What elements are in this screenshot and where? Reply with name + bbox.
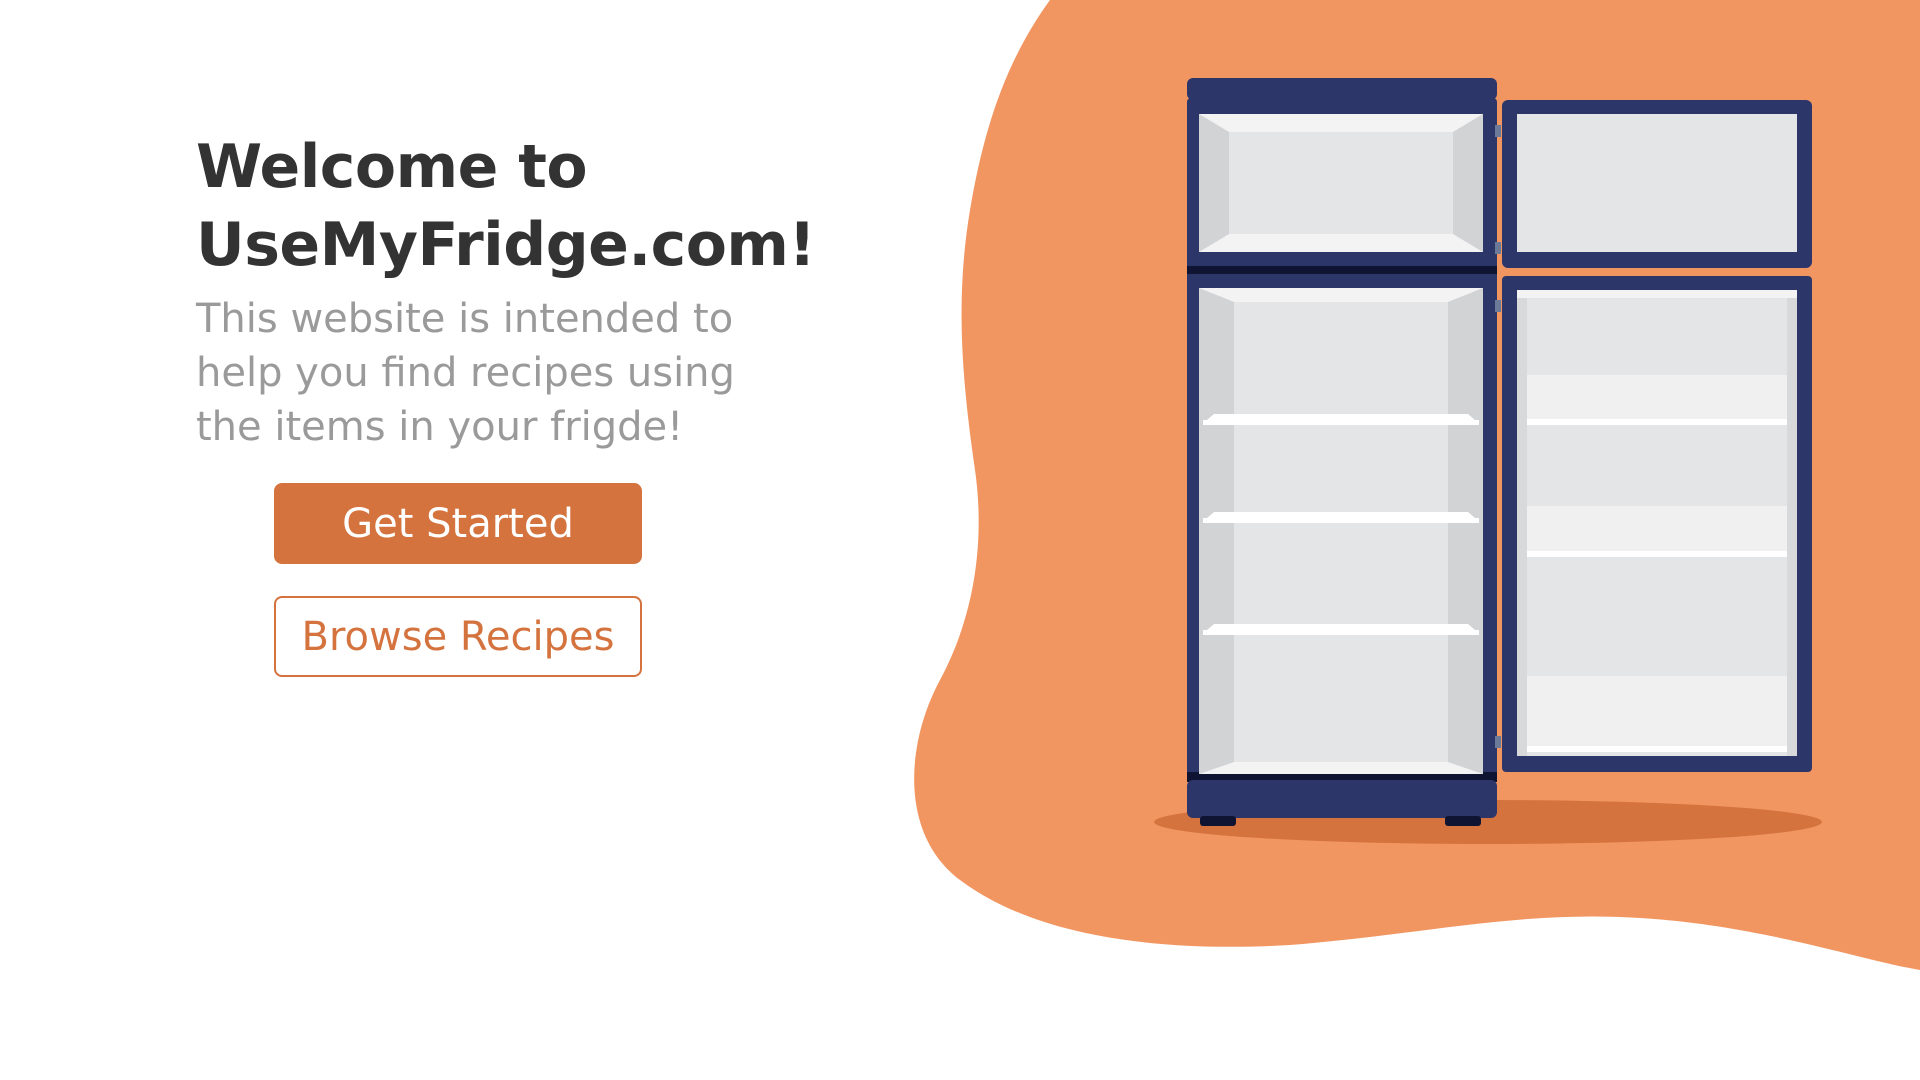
- landing-page: Welcome to UseMyFridge.com! This website…: [0, 0, 1920, 1080]
- shelf: [1207, 414, 1475, 420]
- freezer-door: [1502, 100, 1812, 268]
- fridge-door: [1502, 276, 1812, 772]
- open-fridge-illustration: [1154, 78, 1822, 844]
- freezer-compartment: [1199, 114, 1483, 252]
- fridge-compartment: [1199, 288, 1483, 774]
- shelf: [1207, 512, 1475, 518]
- shelf: [1207, 624, 1475, 630]
- fridge-body: [1187, 78, 1501, 826]
